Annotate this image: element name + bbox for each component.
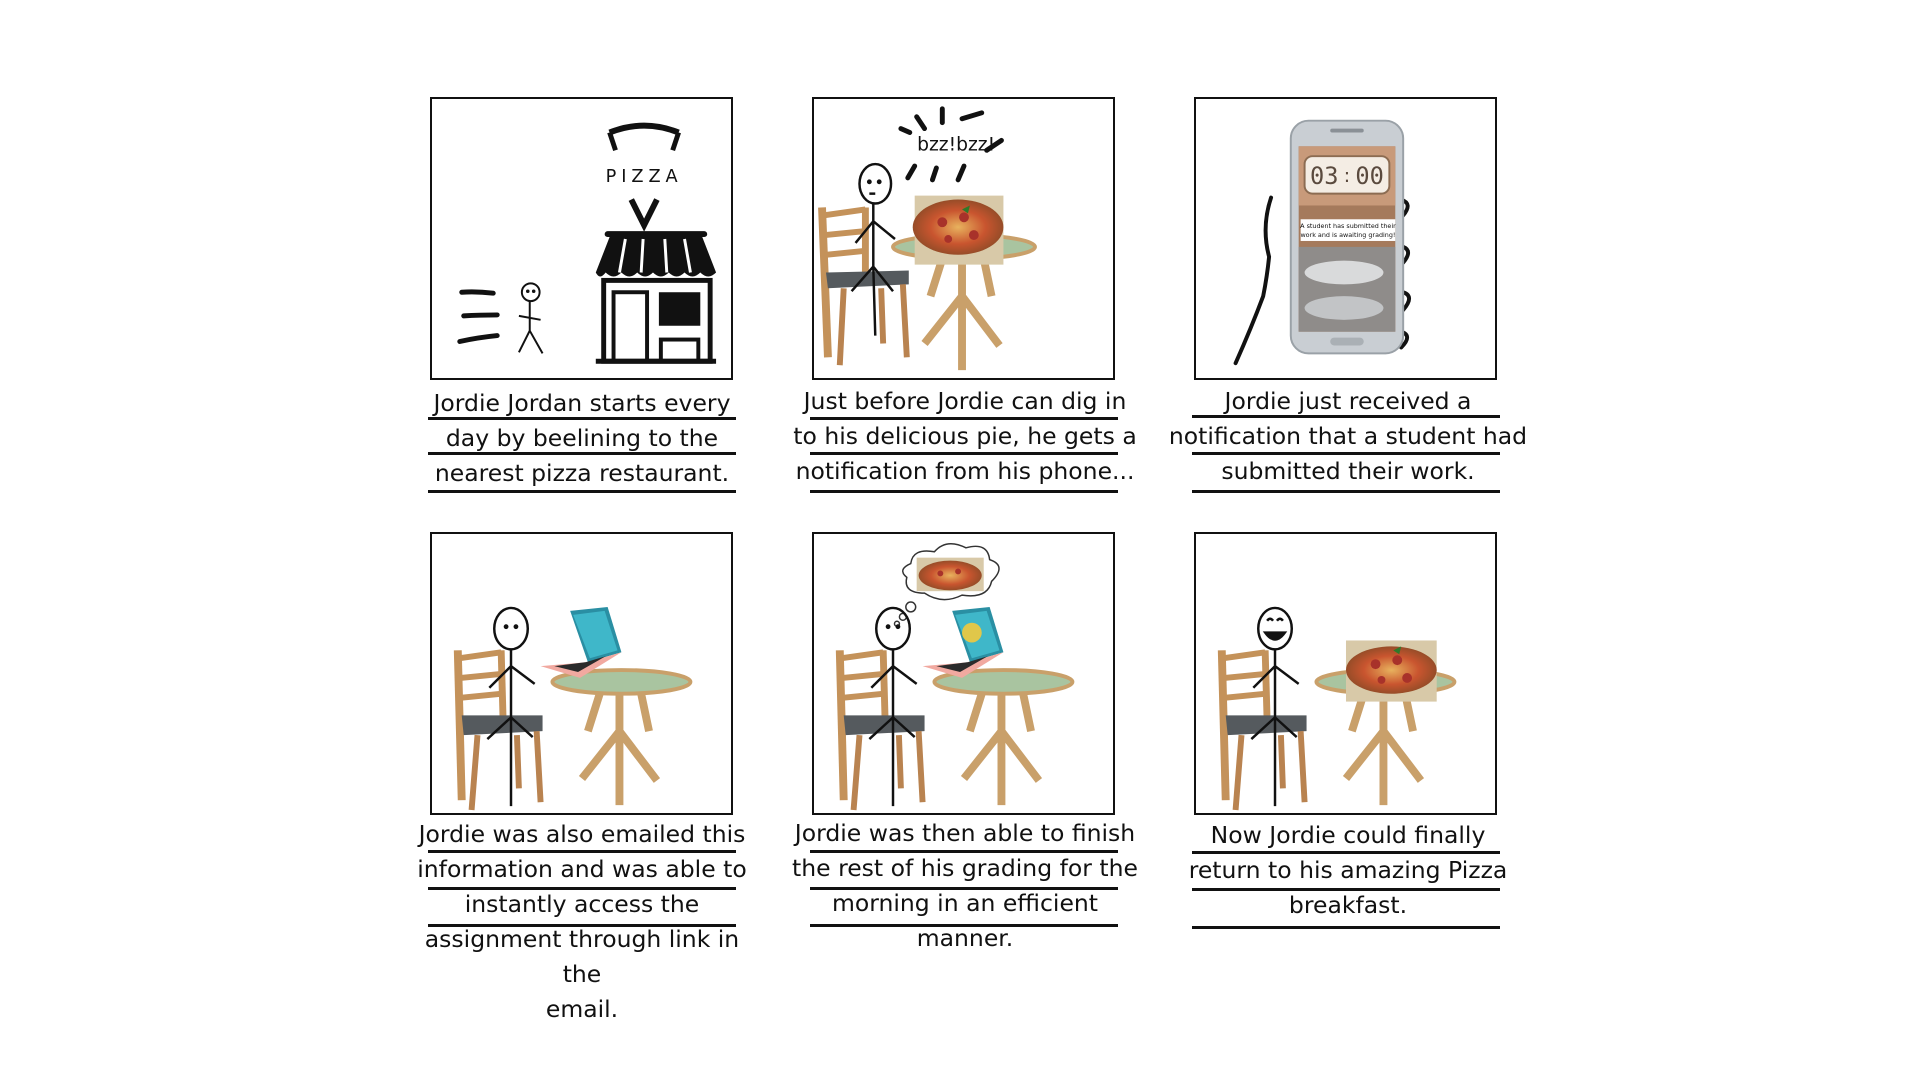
caption-rule bbox=[428, 850, 736, 853]
caption-rule bbox=[810, 924, 1118, 927]
caption-rule bbox=[428, 887, 736, 890]
panel-2: bzz!bzz! bbox=[812, 97, 1115, 380]
caption-rule bbox=[1192, 415, 1500, 418]
caption-rule bbox=[1192, 926, 1500, 929]
table-icon bbox=[932, 668, 1075, 806]
caption-line: submitted their work. bbox=[1221, 457, 1475, 485]
caption-rule bbox=[1192, 888, 1500, 891]
panel-4-caption: Jordie was also emailed this information… bbox=[402, 817, 762, 1027]
speed-lines-icon bbox=[457, 289, 500, 344]
caption-line: instantly access the bbox=[464, 890, 700, 918]
panel-2-caption: Just before Jordie can dig in to his del… bbox=[785, 384, 1145, 489]
shop-sign-text: PIZZA bbox=[606, 167, 683, 187]
panel-3: 03 : 00 A student has submitted their wo… bbox=[1194, 97, 1497, 380]
pizza-photo-icon bbox=[912, 195, 1004, 265]
caption-line: to his delicious pie, he gets a bbox=[793, 422, 1137, 450]
notification-line-1: A student has submitted their bbox=[1300, 222, 1396, 230]
caption-line: Jordie was then able to finish bbox=[794, 819, 1136, 847]
caption-line: morning in an efficient bbox=[831, 889, 1099, 917]
caption-line: email. bbox=[545, 995, 619, 1023]
panel-1: PIZZA bbox=[430, 97, 733, 380]
caption-rule bbox=[810, 417, 1118, 420]
panel-6 bbox=[1194, 532, 1497, 815]
caption-rule bbox=[428, 490, 736, 493]
caption-rule bbox=[810, 452, 1118, 455]
caption-line: information and was able to bbox=[417, 855, 747, 883]
caption-rule bbox=[1192, 490, 1500, 493]
caption-line: Jordie Jordan starts every bbox=[433, 389, 731, 417]
timer-seconds: 00 bbox=[1355, 162, 1384, 190]
panel-4-illustration bbox=[453, 606, 693, 811]
stick-figure-icon bbox=[486, 606, 536, 807]
panel-5-caption: Jordie was then able to finish the rest … bbox=[785, 816, 1145, 956]
caption-line: day by beelining to the bbox=[445, 424, 719, 452]
laptop-icon bbox=[922, 606, 1004, 678]
panel-1-caption: Jordie Jordan starts every day by beelin… bbox=[402, 386, 762, 491]
caption-rule bbox=[428, 417, 736, 420]
caption-line: nearest pizza restaurant. bbox=[434, 459, 730, 487]
pizza-photo-icon bbox=[1345, 640, 1437, 702]
caption-rule bbox=[1192, 452, 1500, 455]
caption-rule bbox=[810, 850, 1118, 853]
caption-line: Now Jordie could finally bbox=[1210, 821, 1486, 849]
caption-rule bbox=[1192, 851, 1500, 854]
caption-line: assignment through link in the bbox=[424, 925, 740, 988]
table-icon bbox=[550, 668, 693, 806]
pizza-shop-icon: PIZZA bbox=[595, 122, 717, 364]
caption-line: notification from his phone... bbox=[795, 457, 1135, 485]
stick-figure-icon bbox=[1250, 606, 1300, 807]
notification-line-2: work and is awaiting grading! bbox=[1300, 231, 1395, 239]
caption-line: Jordie just received a bbox=[1224, 387, 1472, 415]
caption-line: Jordie was also emailed this bbox=[418, 820, 746, 848]
panel-6-illustration bbox=[1217, 606, 1457, 811]
smartphone-icon: 03 : 00 A student has submitted their wo… bbox=[1289, 119, 1405, 355]
stick-figure-icon bbox=[868, 606, 918, 807]
panel-3-illustration: 03 : 00 A student has submitted their wo… bbox=[1233, 119, 1412, 366]
chair-icon bbox=[1217, 649, 1308, 811]
laptop-icon bbox=[540, 606, 622, 678]
panel-1-illustration: PIZZA bbox=[457, 122, 717, 364]
panel-4 bbox=[430, 532, 733, 815]
timer-colon: : bbox=[1344, 164, 1351, 187]
caption-line: Just before Jordie can dig in bbox=[803, 387, 1127, 415]
chair-icon bbox=[835, 649, 926, 811]
panel-6-caption: Now Jordie could finally return to his a… bbox=[1168, 818, 1528, 923]
caption-rule bbox=[428, 924, 736, 927]
stick-figure-icon bbox=[518, 282, 544, 354]
caption-rule bbox=[810, 490, 1118, 493]
caption-rule bbox=[810, 887, 1118, 890]
caption-line: return to his amazing Pizza bbox=[1188, 856, 1508, 884]
panel-5 bbox=[812, 532, 1115, 815]
caption-rule bbox=[428, 452, 736, 455]
caption-line: the rest of his grading for the bbox=[792, 854, 1138, 882]
panel-3-caption: Jordie just received a notification that… bbox=[1168, 384, 1528, 489]
buzz-sound-text: bzz!bzz! bbox=[917, 134, 995, 155]
timer-minutes: 03 bbox=[1310, 162, 1339, 190]
caption-line: notification that a student had bbox=[1168, 422, 1528, 450]
panel-2-illustration: bzz!bzz! bbox=[818, 106, 1037, 371]
chair-icon bbox=[453, 649, 544, 811]
caption-line: breakfast. bbox=[1288, 891, 1408, 919]
panel-5-illustration bbox=[835, 542, 1075, 811]
